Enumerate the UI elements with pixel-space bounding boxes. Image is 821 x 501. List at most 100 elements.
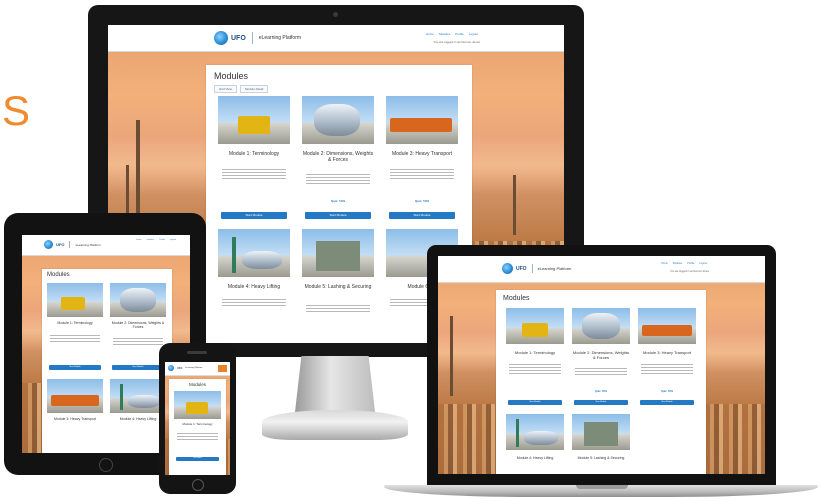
menu-icon[interactable] [218, 365, 227, 372]
start-module-button[interactable]: Start Module [508, 400, 562, 405]
site-header: UFO eLearning Platform Home Modules Prof… [108, 25, 564, 52]
monitor-camera [333, 12, 338, 17]
page-title: Modules [214, 71, 249, 81]
module-card: Module 3: Heavy Transport Quiz: 50% Star… [638, 308, 696, 408]
nav-profile[interactable]: Profile [159, 239, 165, 241]
module-card: Module 2: Dimensions, Weights & Forces Q… [572, 308, 630, 408]
module-thumbnail [302, 229, 374, 277]
nav-modules[interactable]: Modules [439, 32, 450, 36]
module-thumbnail [386, 96, 458, 144]
nav-logout[interactable]: Logout [170, 239, 176, 241]
nav-profile[interactable]: Profile [687, 262, 694, 265]
logo-text: UFO [231, 34, 246, 42]
module-description [306, 305, 370, 314]
module-thumbnail [218, 96, 290, 144]
tab-module-detail[interactable]: Module Detail [239, 85, 269, 93]
module-title: Module 2: Dimensions, Weights & Forces [111, 321, 165, 330]
module-description [575, 368, 627, 377]
module-title: Module 3: Heavy Transport [642, 350, 692, 355]
logo-globe-icon [168, 365, 174, 371]
quiz-progress-link[interactable]: Quiz: 50% [386, 199, 458, 203]
phone-screen: UFO eLearning Platform Modules Module 1:… [165, 362, 230, 475]
module-description [222, 299, 286, 308]
module-card: Module 5: Lashing & Securing [572, 414, 630, 474]
nav-logout[interactable]: Logout [469, 32, 478, 36]
start-module-button[interactable]: Start Module [175, 457, 220, 461]
platform-name: eLearning Platform [537, 266, 572, 271]
module-card: Module 1: Terminology Start Module [218, 96, 290, 224]
module-card: Module 2: Dimensions, Weights & Forces S… [110, 283, 166, 373]
laptop-screen: UFO eLearning Platform Home Modules Prof… [438, 256, 765, 474]
module-card: Module 5: Lashing & Securing [302, 229, 374, 329]
phone-home-button [192, 479, 204, 491]
module-card: Module 4: Heavy Lifting [218, 229, 290, 329]
nav-modules[interactable]: Modules [673, 262, 682, 265]
site-header: UFO eLearning Platform Home Modules Prof… [22, 235, 190, 256]
module-thumbnail [302, 96, 374, 144]
site-logo[interactable]: UFO eLearning Platform [214, 31, 301, 45]
modules-panel: Modules Module 1: Terminology Start Modu… [496, 290, 706, 474]
logo-text: UFO [177, 366, 183, 370]
module-card: Module 4: Heavy Lifting [110, 379, 166, 449]
module-thumbnail [218, 229, 290, 277]
start-module-button[interactable]: Start Module [574, 400, 628, 405]
module-title: Module 2: Dimensions, Weights & Forces [572, 350, 630, 360]
modules-panel: Modules Module 1: Terminology Start Modu… [169, 379, 226, 475]
module-title: Module 1: Terminology [514, 350, 556, 355]
module-title: Module 1: Terminology [228, 151, 280, 157]
nav-home[interactable]: Home [661, 262, 668, 265]
nav-home[interactable]: Home [136, 239, 141, 241]
module-title: Module 5: Lashing & Securing [304, 284, 372, 290]
laptop-notch [576, 485, 628, 489]
quiz-progress-link[interactable]: Quiz: 50% [302, 199, 374, 203]
module-description [390, 169, 454, 181]
module-title: Module 4: Heavy Lifting [119, 417, 157, 421]
monitor-stand-foot [262, 410, 408, 440]
page-title: Modules [47, 272, 70, 278]
module-description [222, 169, 286, 181]
site-logo[interactable]: UFO eLearning Platform [502, 263, 571, 274]
module-card: Module 3: Heavy Transport Quiz: 50% Star… [386, 96, 458, 224]
nav-home[interactable]: Home [426, 32, 434, 36]
module-title: Module 5: Lashing & Securing [577, 456, 625, 460]
module-card: Module 4: Heavy Lifting [506, 414, 564, 474]
module-card: Module 1: Terminology Start Module [47, 283, 103, 373]
module-title: Module 3: Heavy Transport [53, 417, 97, 421]
module-card: Module 3: Heavy Transport [47, 379, 103, 449]
module-description [50, 335, 100, 344]
start-module-button[interactable]: Start Module [49, 365, 101, 370]
module-card: Module 2: Dimensions, Weights & Forces Q… [302, 96, 374, 224]
nav-modules[interactable]: Modules [147, 239, 155, 241]
tab-grid-view[interactable]: Grid View [214, 85, 237, 93]
nav-profile[interactable]: Profile [455, 32, 464, 36]
quiz-progress-link[interactable]: Quiz: 50% [638, 390, 696, 393]
start-module-button[interactable]: Start Module [388, 212, 456, 219]
logo-globe-icon [214, 31, 228, 45]
logo-globe-icon [44, 240, 53, 249]
logo-text: UFO [516, 265, 527, 272]
site-logo[interactable]: UFO eLearning Platform [168, 365, 202, 371]
quiz-progress-link[interactable]: Quiz: 50% [572, 390, 630, 393]
top-nav: Home Modules Profile Logout [136, 239, 176, 241]
platform-name: eLearning Platform [258, 35, 302, 41]
start-module-button[interactable]: Start Module [220, 212, 288, 219]
module-title: Module 1: Terminology [57, 321, 93, 325]
tablet-home-button [99, 458, 113, 472]
start-module-button[interactable]: Start Module [304, 212, 372, 219]
site-header: UFO eLearning Platform Home Modules Prof… [438, 256, 765, 283]
module-description [641, 364, 693, 376]
top-nav: Home Modules Profile Logout [661, 262, 707, 265]
module-title: Module 4: Heavy Lifting [227, 284, 281, 290]
logo-globe-icon [502, 263, 513, 274]
user-status: You are logged in as Dermot Jones [433, 40, 480, 44]
module-card: Module 1: Terminology Start Module [506, 308, 564, 408]
monitor-stand-neck [295, 356, 375, 412]
nav-logout[interactable]: Logout [699, 262, 707, 265]
module-description [113, 338, 163, 347]
start-module-button[interactable]: Start Module [112, 365, 164, 370]
site-logo[interactable]: UFO eLearning Platform [44, 240, 101, 249]
module-description [176, 433, 219, 442]
module-title: Module 1: Terminology [182, 422, 213, 426]
start-module-button[interactable]: Start Module [640, 400, 694, 405]
platform-name: eLearning Platform [185, 367, 203, 369]
